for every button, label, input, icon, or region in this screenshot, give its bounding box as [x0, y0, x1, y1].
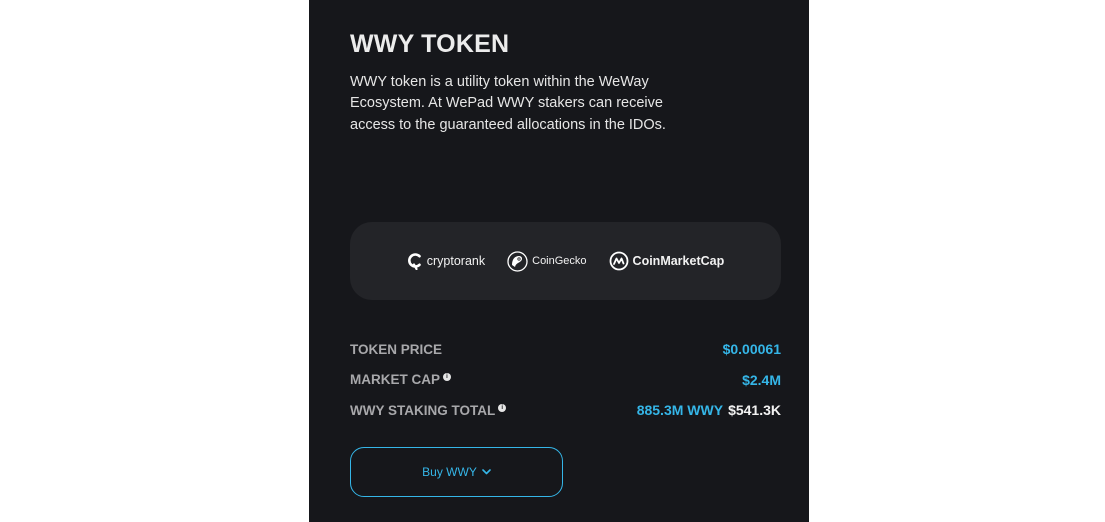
token-stats: TOKEN PRICE $0.00061 MARKET CAP i $2.4M …: [350, 334, 781, 426]
market-cap-label: MARKET CAP i: [350, 372, 451, 387]
coingecko-label: CoinGecko: [532, 255, 587, 267]
partner-links-card: cryptorank CoinGecko CoinMarketCap: [350, 222, 781, 300]
token-panel: WWY TOKEN WWY token is a utility token w…: [309, 0, 809, 522]
coingecko-logo-icon: [507, 250, 528, 272]
page-title: WWY TOKEN: [350, 30, 510, 58]
coinmarketcap-link[interactable]: CoinMarketCap: [609, 251, 725, 271]
market-cap-value: $2.4M: [742, 371, 781, 388]
cryptorank-logo-icon: [407, 252, 423, 270]
staking-total-usd: $541.3K: [728, 402, 781, 419]
token-price-label: TOKEN PRICE: [350, 342, 442, 357]
token-price-value: $0.00061: [722, 341, 781, 358]
buy-wwy-button[interactable]: Buy WWY: [350, 447, 563, 497]
token-description: WWY token is a utility token within the …: [350, 74, 666, 133]
chevron-down-icon: [482, 469, 491, 475]
staking-total-value: 885.3M WWY $541.3K: [637, 402, 781, 418]
cryptorank-label: cryptorank: [426, 254, 486, 268]
coinmarketcap-label: CoinMarketCap: [632, 254, 725, 268]
market-cap-row: MARKET CAP i $2.4M: [350, 365, 781, 396]
info-icon[interactable]: i: [498, 403, 507, 412]
coinmarketcap-logo-icon: [609, 251, 629, 271]
staking-total-label-text: WWY STAKING TOTAL: [350, 402, 496, 418]
token-price-row: TOKEN PRICE $0.00061: [350, 334, 781, 365]
coingecko-link[interactable]: CoinGecko: [507, 250, 587, 272]
buy-wwy-label: Buy WWY: [422, 465, 477, 479]
cryptorank-link[interactable]: cryptorank: [407, 252, 485, 270]
staking-total-label: WWY STAKING TOTAL i: [350, 402, 507, 418]
info-icon[interactable]: i: [443, 373, 451, 382]
token-price-label-text: TOKEN PRICE: [350, 341, 443, 357]
market-cap-label-text: MARKET CAP: [350, 372, 440, 388]
staking-total-row: WWY STAKING TOTAL i 885.3M WWY $541.3K: [350, 395, 781, 426]
staking-total-wwy: 885.3M WWY: [636, 402, 724, 419]
